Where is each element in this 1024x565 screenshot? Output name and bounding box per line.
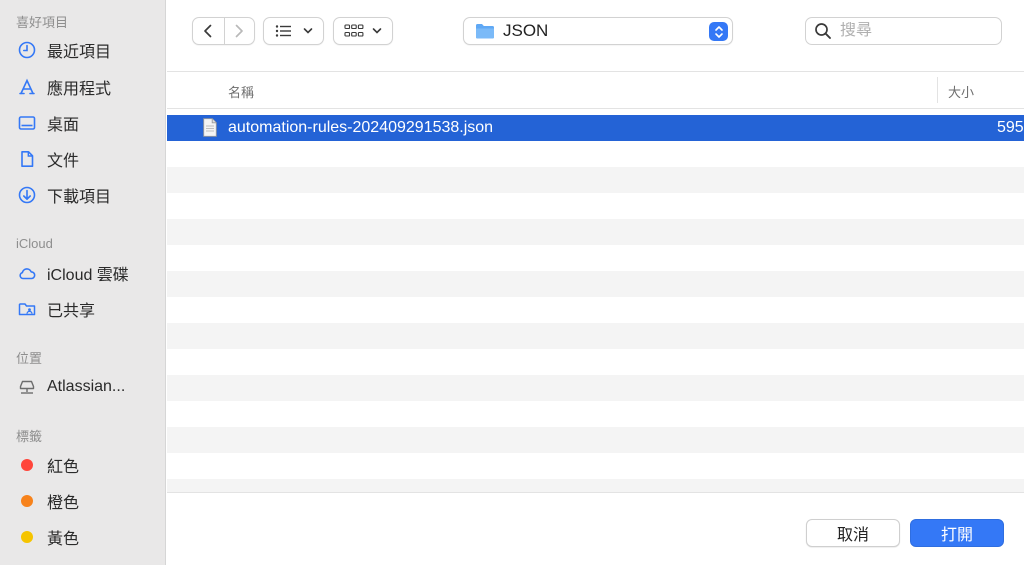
file-row[interactable]: automation-rules-202409291538.json 595 (167, 115, 1024, 141)
sidebar-item-label: 最近項目 (47, 44, 112, 61)
sidebar-item-applications[interactable]: 應用程式 (16, 72, 161, 102)
column-size-header[interactable]: 大小 (948, 82, 974, 101)
json-file-icon (203, 118, 217, 137)
empty-row (167, 167, 1024, 193)
sidebar-item-icloud-drive[interactable]: iCloud 雲碟 (16, 258, 161, 288)
open-button[interactable]: 打開 (910, 519, 1004, 547)
empty-row (167, 323, 1024, 349)
dialog-footer: 取消 打開 (167, 492, 1024, 565)
sidebar-item-shared[interactable]: 已共享 (16, 294, 161, 324)
yellow-tag-dot-icon (21, 531, 33, 543)
cancel-button[interactable]: 取消 (806, 519, 900, 547)
document-icon (16, 148, 38, 170)
grid-view-button[interactable] (333, 17, 393, 45)
chevron-down-icon (303, 28, 312, 34)
network-drive-icon (16, 376, 38, 398)
sidebar-item-downloads[interactable]: 下載項目 (16, 180, 161, 210)
sidebar-item-recents[interactable]: 最近項目 (16, 35, 161, 65)
sidebar-item-label: 黃色 (47, 531, 80, 548)
clock-icon (16, 39, 38, 61)
back-button[interactable] (193, 18, 224, 44)
sidebar-item-label: 紅色 (47, 459, 80, 476)
orange-tag-dot-icon (21, 495, 33, 507)
search-input[interactable] (840, 22, 990, 40)
search-field[interactable] (805, 17, 1002, 45)
applications-icon (16, 76, 38, 98)
file-name: automation-rules-202409291538.json (228, 119, 494, 136)
column-divider[interactable] (937, 77, 938, 103)
chevron-right-icon (235, 24, 244, 38)
grid-icon (344, 24, 364, 37)
desktop-icon (16, 112, 38, 134)
file-list[interactable]: automation-rules-202409291538.json 595 (167, 115, 1024, 492)
sidebar-item-documents[interactable]: 文件 (16, 144, 161, 174)
empty-row (167, 219, 1024, 245)
sidebar-tag-orange[interactable]: 橙色 (16, 486, 161, 516)
up-down-chevron-icon (709, 22, 728, 41)
empty-row (167, 479, 1024, 492)
tags-section-title: 標籤 (16, 429, 43, 444)
empty-row (167, 141, 1024, 167)
sidebar: 喜好項目 最近項目 應用程式 桌面 文件 下載項目 iCloud iCloud … (0, 0, 166, 565)
folder-icon (476, 24, 494, 39)
search-icon (815, 23, 831, 39)
current-folder-label: JSON (503, 21, 549, 40)
empty-row (167, 193, 1024, 219)
sidebar-item-atlassian[interactable]: Atlassian... (16, 372, 161, 402)
sidebar-item-label: iCloud 雲碟 (47, 267, 129, 284)
favorites-section-title: 喜好項目 (16, 15, 69, 30)
download-icon (16, 184, 38, 206)
folder-path-popup[interactable]: JSON (463, 17, 733, 45)
sidebar-tag-yellow[interactable]: 黃色 (16, 522, 161, 552)
sidebar-item-label: 下載項目 (47, 189, 112, 206)
list-view-button[interactable] (263, 17, 324, 45)
cloud-icon (16, 262, 38, 284)
locations-section-title: 位置 (16, 351, 43, 366)
empty-row (167, 245, 1024, 271)
empty-row (167, 453, 1024, 479)
sidebar-item-label: 文件 (47, 153, 80, 170)
empty-row (167, 375, 1024, 401)
red-tag-dot-icon (21, 459, 33, 471)
empty-row (167, 427, 1024, 453)
column-header: 名稱 大小 (167, 73, 1024, 109)
icloud-section-title: iCloud (16, 236, 53, 251)
empty-row (167, 349, 1024, 375)
sidebar-item-label: 橙色 (47, 495, 80, 512)
sidebar-item-label: 已共享 (47, 303, 96, 320)
empty-row (167, 401, 1024, 427)
empty-row (167, 271, 1024, 297)
sidebar-tag-red[interactable]: 紅色 (16, 450, 161, 480)
file-size: 595 (997, 119, 1024, 136)
list-icon (275, 25, 291, 37)
empty-row (167, 297, 1024, 323)
forward-button[interactable] (224, 18, 254, 44)
sidebar-item-desktop[interactable]: 桌面 (16, 108, 161, 138)
sidebar-item-label: 應用程式 (47, 81, 112, 98)
shared-folder-icon (16, 298, 38, 320)
sidebar-item-label: Atlassian... (47, 378, 126, 395)
column-name-header[interactable]: 名稱 (228, 82, 254, 101)
chevron-left-icon (204, 24, 212, 38)
chevron-down-icon (372, 28, 382, 34)
navigation-buttons (192, 17, 255, 45)
sidebar-item-label: 桌面 (47, 117, 80, 134)
toolbar: JSON (167, 0, 1024, 72)
